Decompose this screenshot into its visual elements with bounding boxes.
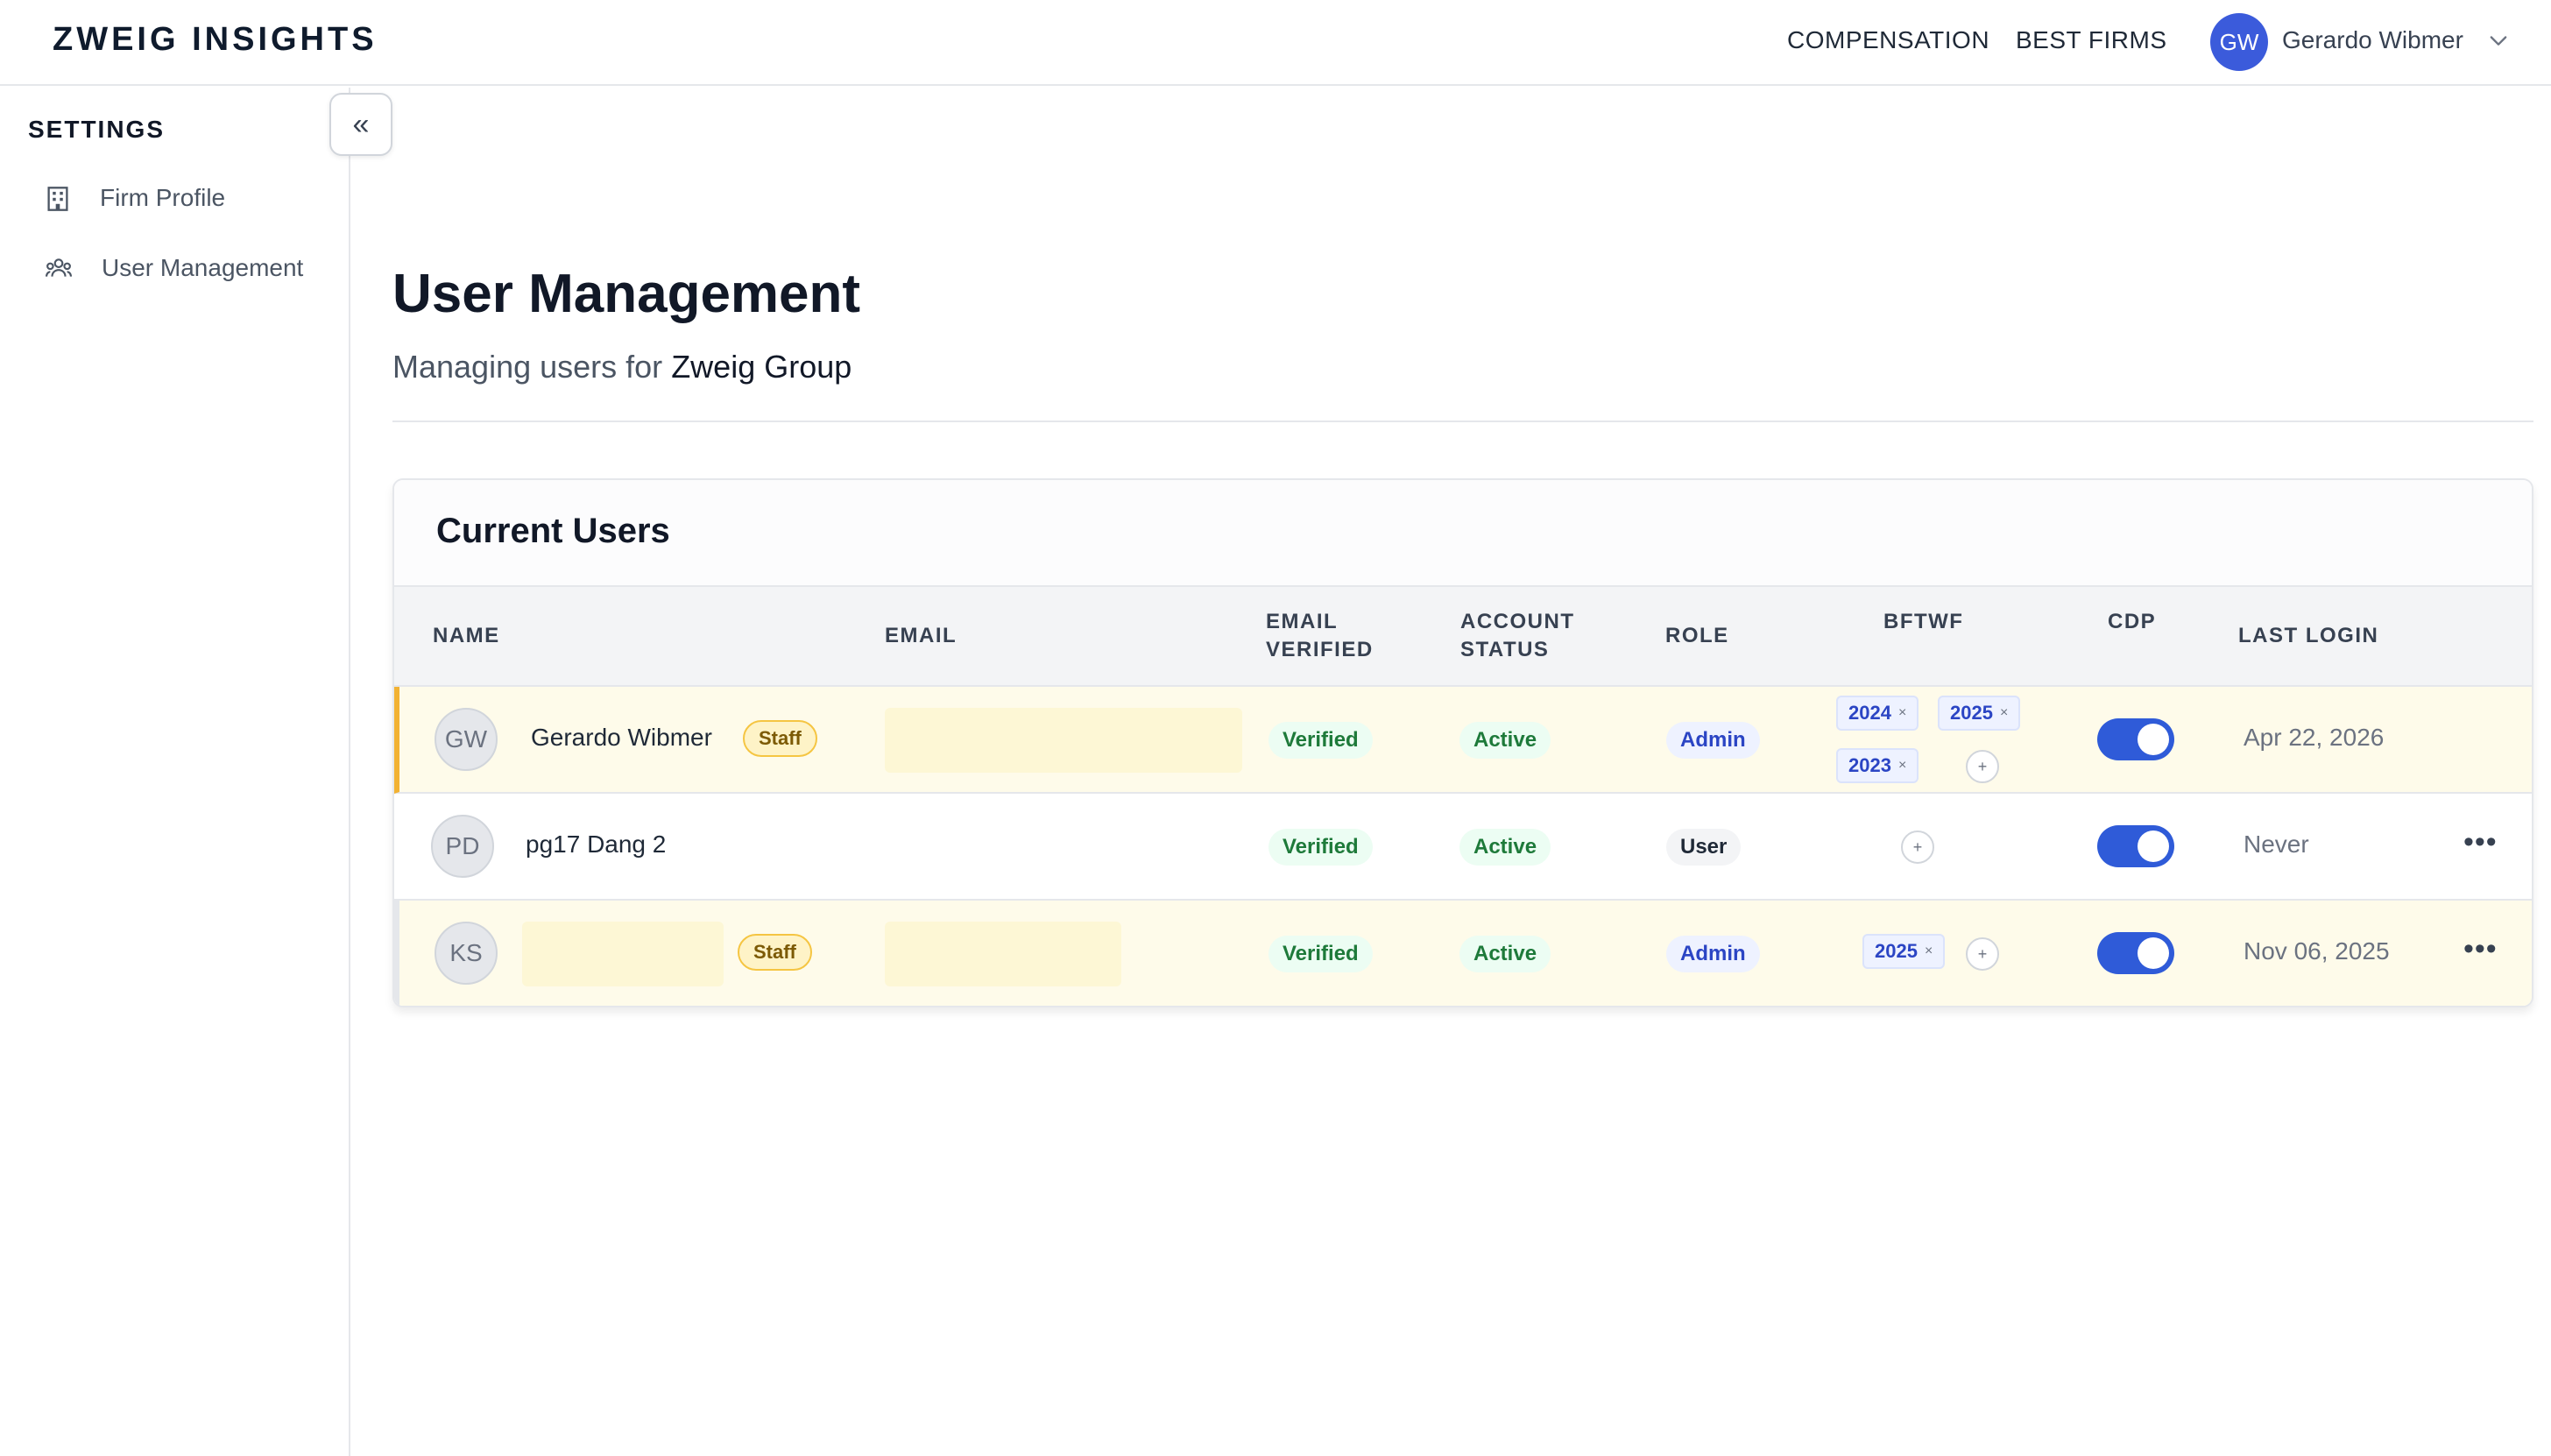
email-verified-badge: Verified bbox=[1268, 936, 1373, 972]
more-actions-icon[interactable]: ••• bbox=[2463, 932, 2498, 966]
bftwf-year-tag[interactable]: 2025 × bbox=[1862, 934, 1946, 969]
more-actions-icon[interactable]: ••• bbox=[2463, 825, 2498, 859]
email-verified-badge: Verified bbox=[1268, 829, 1373, 866]
email-redacted bbox=[885, 708, 1242, 773]
year-label: 2023 bbox=[1848, 754, 1891, 776]
app-logo[interactable]: ZWEIG INSIGHTS bbox=[53, 21, 378, 59]
last-login-cell: Never bbox=[2244, 830, 2309, 858]
divider bbox=[392, 421, 2533, 422]
remove-icon[interactable]: × bbox=[1898, 758, 1906, 774]
avatar: PD bbox=[431, 815, 494, 878]
table-row[interactable]: GW Gerardo Wibmer Staff Verified Active … bbox=[394, 687, 2532, 794]
avatar: KS bbox=[435, 922, 498, 985]
account-status-badge: Active bbox=[1459, 829, 1551, 866]
cdp-toggle[interactable] bbox=[2097, 932, 2174, 974]
building-icon bbox=[47, 187, 68, 211]
users-icon bbox=[46, 258, 72, 277]
column-header-email-verified[interactable]: EMAIL VERIFIED bbox=[1266, 608, 1389, 664]
column-header-last-login[interactable]: LAST LOGIN bbox=[2238, 622, 2378, 650]
top-navigation: ZWEIG INSIGHTS COMPENSATION BEST FIRMS G… bbox=[0, 0, 2551, 86]
cdp-toggle[interactable] bbox=[2097, 718, 2174, 760]
remove-icon[interactable]: × bbox=[1898, 705, 1906, 721]
email-redacted bbox=[885, 922, 1121, 986]
staff-badge: Staff bbox=[738, 934, 812, 971]
account-status-badge: Active bbox=[1459, 936, 1551, 972]
collapse-sidebar-button[interactable]: « bbox=[329, 93, 392, 156]
nav-best-firms[interactable]: BEST FIRMS bbox=[2016, 26, 2167, 54]
bftwf-year-tag[interactable]: 2023 × bbox=[1836, 748, 1919, 783]
role-badge[interactable]: User bbox=[1666, 829, 1742, 866]
card-title: Current Users bbox=[436, 512, 670, 550]
year-label: 2024 bbox=[1848, 702, 1891, 724]
nav-compensation[interactable]: COMPENSATION bbox=[1787, 26, 1989, 54]
role-badge[interactable]: Admin bbox=[1666, 936, 1760, 972]
chevron-down-icon[interactable] bbox=[2486, 28, 2511, 53]
last-login-cell: Nov 06, 2025 bbox=[2244, 937, 2390, 965]
cdp-toggle[interactable] bbox=[2097, 825, 2174, 867]
add-year-button[interactable]: + bbox=[1966, 937, 1999, 971]
user-avatar[interactable]: GW bbox=[2210, 13, 2268, 71]
role-badge[interactable]: Admin bbox=[1666, 722, 1760, 759]
sidebar-item-firm-profile[interactable]: Firm Profile bbox=[46, 180, 225, 216]
column-header-email[interactable]: EMAIL bbox=[885, 622, 957, 650]
email-verified-badge: Verified bbox=[1268, 722, 1373, 759]
add-year-button[interactable]: + bbox=[1966, 750, 1999, 783]
column-header-role[interactable]: ROLE bbox=[1665, 622, 1729, 650]
remove-icon[interactable]: × bbox=[1925, 944, 1933, 959]
sidebar-item-label: User Management bbox=[102, 254, 304, 281]
column-header-cdp[interactable]: CDP bbox=[2108, 608, 2156, 636]
firm-name: Zweig Group bbox=[671, 349, 852, 385]
table-row[interactable]: PD pg17 Dang 2 Verified Active User + Ne… bbox=[394, 794, 2532, 901]
double-chevron-left-icon: « bbox=[352, 107, 370, 141]
page-title: User Management bbox=[392, 264, 861, 324]
column-header-bftwf[interactable]: BFTWF bbox=[1883, 608, 1963, 636]
subtitle-prefix: Managing users for bbox=[392, 349, 663, 385]
avatar: GW bbox=[435, 708, 498, 771]
page-subtitle: Managing users for Zweig Group bbox=[392, 349, 852, 385]
settings-sidebar: SETTINGS Firm Profile User Management bbox=[0, 88, 350, 1456]
table-row[interactable]: KS Staff Verified Active Admin 2025 × + … bbox=[394, 901, 2532, 1006]
column-header-account-status[interactable]: ACCOUNT STATUS bbox=[1460, 608, 1592, 664]
year-label: 2025 bbox=[1950, 702, 1993, 724]
column-header-name[interactable]: NAME bbox=[433, 622, 500, 650]
user-name[interactable]: Gerardo Wibmer bbox=[2282, 26, 2463, 54]
sidebar-item-user-management[interactable]: User Management bbox=[46, 251, 308, 286]
name-redacted bbox=[522, 922, 724, 986]
current-users-card: Current Users NAME EMAIL EMAIL VERIFIED … bbox=[392, 478, 2533, 1007]
bftwf-year-tag[interactable]: 2024 × bbox=[1836, 696, 1919, 731]
bftwf-year-tag[interactable]: 2025 × bbox=[1938, 696, 2021, 731]
remove-icon[interactable]: × bbox=[2000, 705, 2008, 721]
user-name-cell: pg17 Dang 2 bbox=[526, 830, 667, 858]
sidebar-item-label: Firm Profile bbox=[100, 184, 226, 211]
staff-badge: Staff bbox=[743, 720, 817, 757]
last-login-cell: Apr 22, 2026 bbox=[2244, 724, 2385, 751]
add-year-button[interactable]: + bbox=[1901, 830, 1934, 864]
year-label: 2025 bbox=[1875, 940, 1918, 962]
user-name-cell: Gerardo Wibmer bbox=[531, 724, 712, 751]
table-header: NAME EMAIL EMAIL VERIFIED ACCOUNT STATUS… bbox=[394, 587, 2532, 687]
card-header: Current Users bbox=[394, 480, 2532, 587]
account-status-badge: Active bbox=[1459, 722, 1551, 759]
sidebar-title: SETTINGS bbox=[28, 116, 166, 143]
